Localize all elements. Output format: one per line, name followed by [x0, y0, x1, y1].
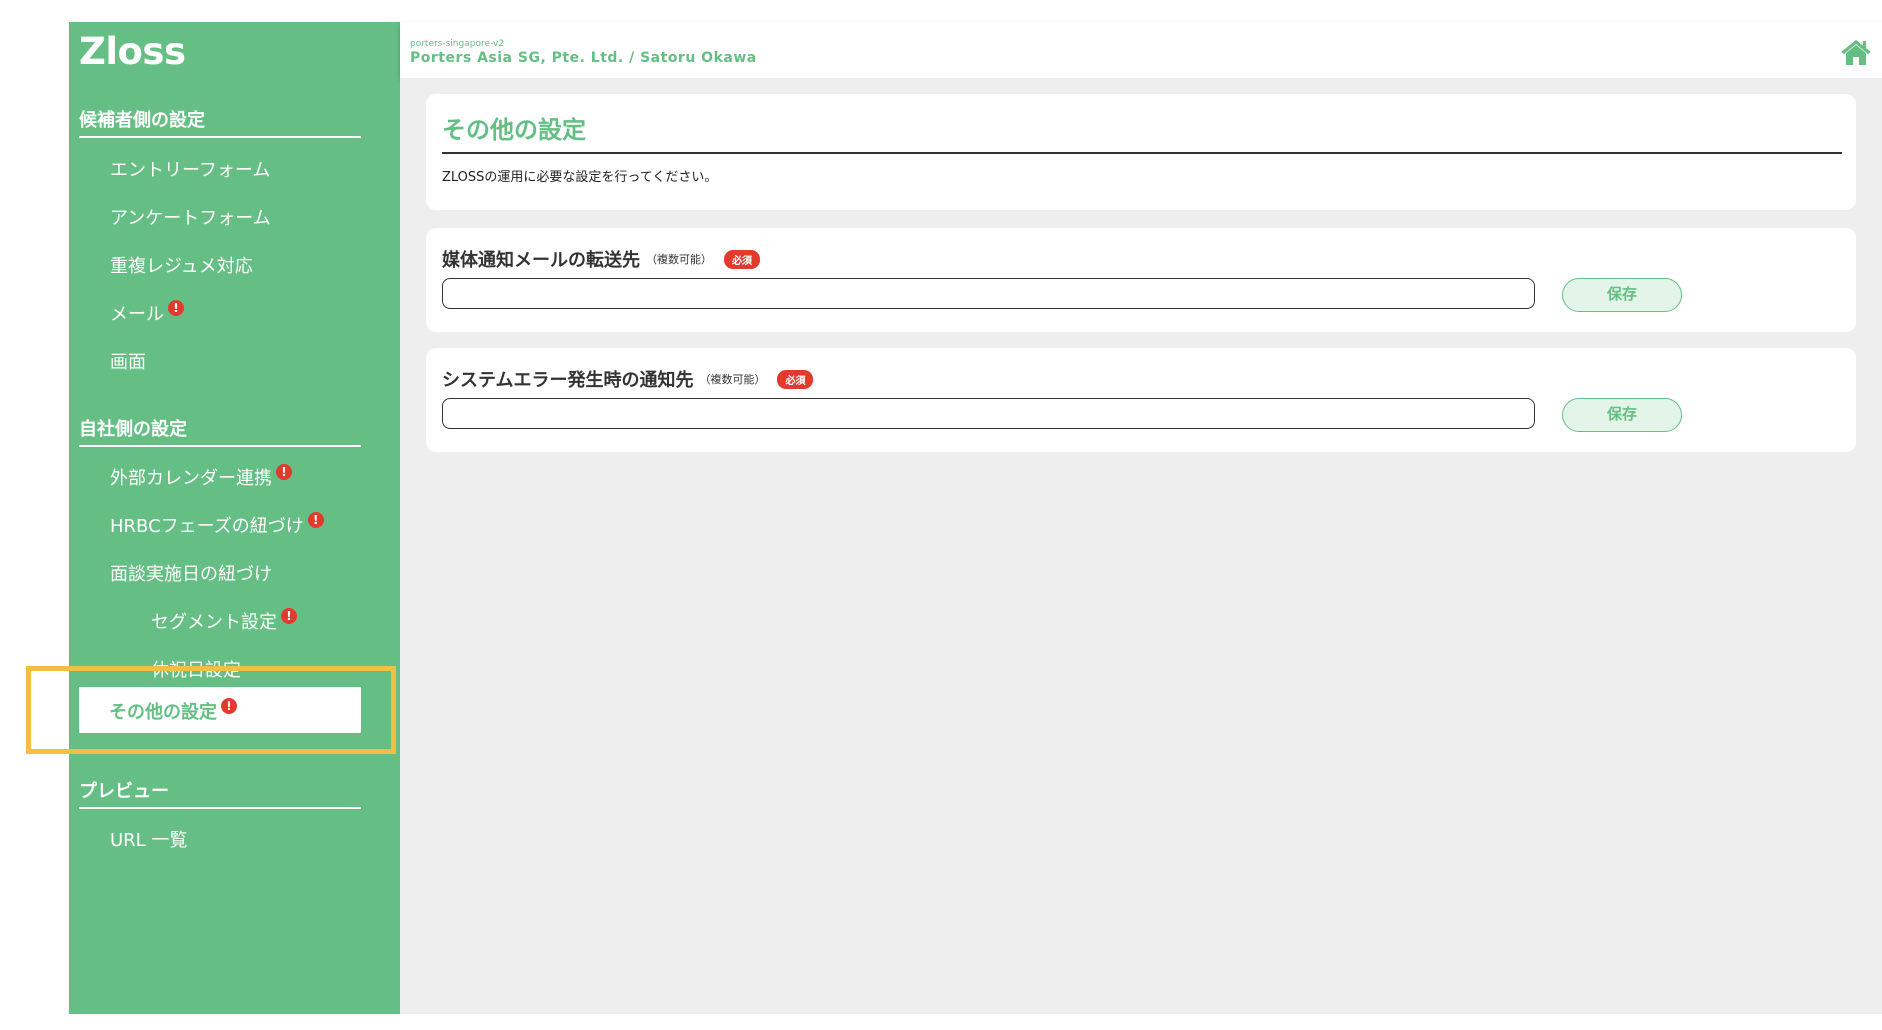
page-header-card: その他の設定 ZLOSSの運用に必要な設定を行ってください。: [426, 94, 1856, 210]
sidebar-item-label: URL 一覧: [110, 830, 188, 851]
field-label-text: システムエラー発生時の通知先: [442, 370, 694, 391]
media-mail-forward-input[interactable]: [442, 278, 1535, 309]
section-preview: プレビュー: [79, 777, 361, 809]
sidebar-item-external-calendar[interactable]: 外部カレンダー連携!: [110, 464, 292, 490]
sidebar-item-mail[interactable]: メール!: [110, 300, 184, 326]
section-company-settings: 自社側の設定: [79, 415, 361, 447]
sidebar-item-label: 画面: [110, 352, 146, 373]
org-user-label: Porters Asia SG, Pte. Ltd. / Satoru Okaw…: [410, 50, 757, 66]
sidebar-item-holiday-settings[interactable]: 休祝日設定: [151, 656, 241, 682]
system-error-notify-input[interactable]: [442, 398, 1535, 429]
sidebar-item-label: 面談実施日の紐づけ: [110, 564, 272, 585]
field-label: システムエラー発生時の通知先 （複数可能） 必須: [442, 366, 814, 392]
main-content: その他の設定 ZLOSSの運用に必要な設定を行ってください。 媒体通知メールの転…: [400, 78, 1882, 1014]
sidebar-item-label: 外部カレンダー連携: [110, 468, 272, 489]
sidebar-item-other-settings-active[interactable]: その他の設定!: [79, 687, 361, 733]
sidebar-item-label: HRBCフェーズの紐づけ: [110, 516, 304, 537]
sidebar-item-entry-form[interactable]: エントリーフォーム: [110, 156, 270, 182]
sidebar-item-label: 休祝日設定: [151, 660, 241, 681]
sidebar-item-duplicate-resume[interactable]: 重複レジュメ対応: [110, 252, 253, 278]
title-divider: [442, 152, 1842, 154]
top-bar: porters-singapore-v2 Porters Asia SG, Pt…: [400, 22, 1882, 78]
required-badge: 必須: [777, 369, 814, 389]
home-icon[interactable]: [1840, 38, 1872, 66]
sidebar-item-label: メール: [110, 304, 164, 325]
sidebar: Zloss 候補者側の設定 エントリーフォーム アンケートフォーム 重複レジュメ…: [69, 22, 400, 1014]
sidebar-item-label: アンケートフォーム: [110, 208, 271, 229]
alert-icon: !: [168, 300, 184, 316]
section-candidate-settings: 候補者側の設定: [79, 106, 361, 138]
alert-icon: !: [221, 698, 237, 714]
field-note: （複数可能）: [699, 373, 766, 386]
required-badge: 必須: [724, 249, 760, 269]
alert-icon: !: [281, 608, 297, 624]
sidebar-item-label: エントリーフォーム: [110, 160, 271, 181]
sidebar-item-interview-date[interactable]: 面談実施日の紐づけ: [110, 560, 272, 586]
field-note: （複数可能）: [646, 253, 712, 266]
sidebar-item-label: その他の設定: [109, 702, 217, 723]
sidebar-item-label: セグメント設定: [151, 612, 277, 633]
field-label-text: 媒体通知メールの転送先: [442, 250, 640, 271]
sidebar-item-segment-settings[interactable]: セグメント設定!: [151, 608, 297, 634]
save-button[interactable]: 保存: [1562, 398, 1682, 432]
alert-icon: !: [276, 464, 292, 480]
sidebar-item-label: 重複レジュメ対応: [110, 256, 253, 277]
save-button[interactable]: 保存: [1562, 278, 1682, 312]
sidebar-item-other-settings[interactable]: その他の設定!: [109, 698, 237, 724]
page-title: その他の設定: [442, 116, 586, 144]
tenant-id: porters-singapore-v2: [410, 39, 505, 49]
sidebar-item-survey-form[interactable]: アンケートフォーム: [110, 204, 271, 230]
field-label: 媒体通知メールの転送先 （複数可能） 必須: [442, 246, 760, 272]
sidebar-item-screen[interactable]: 画面: [110, 348, 146, 374]
alert-icon: !: [307, 512, 324, 528]
sidebar-item-hrbc-phase[interactable]: HRBCフェーズの紐づけ!: [110, 512, 324, 538]
sidebar-item-url-list[interactable]: URL 一覧: [110, 826, 187, 852]
field-card-system-error: システムエラー発生時の通知先 （複数可能） 必須 保存: [426, 348, 1856, 452]
page-description: ZLOSSの運用に必要な設定を行ってください。: [442, 170, 718, 185]
field-card-media-mail: 媒体通知メールの転送先 （複数可能） 必須 保存: [426, 228, 1856, 332]
app-logo: Zloss: [79, 30, 186, 73]
